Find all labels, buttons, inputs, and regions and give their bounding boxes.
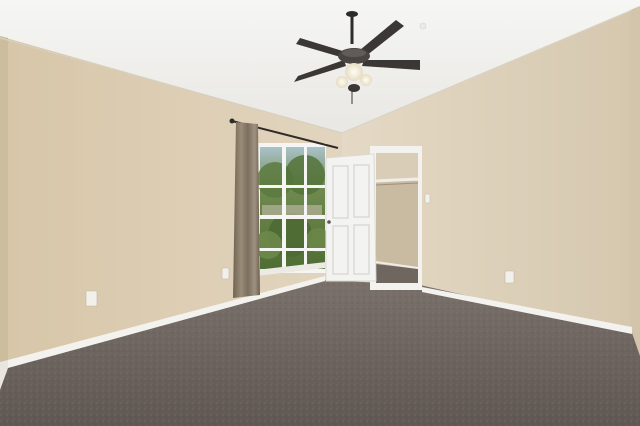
smoke-detector xyxy=(419,22,427,30)
bedroom-scene xyxy=(0,0,640,426)
outlet-left xyxy=(85,290,98,307)
curtain xyxy=(233,122,260,298)
open-door xyxy=(325,153,377,282)
window xyxy=(254,143,330,276)
left-wall-edge xyxy=(0,36,8,385)
outlet-window xyxy=(221,267,230,280)
closet-doorway xyxy=(370,146,422,290)
right-wall-edge xyxy=(630,6,640,355)
outlet-right xyxy=(504,270,515,284)
light-switch xyxy=(424,193,431,204)
